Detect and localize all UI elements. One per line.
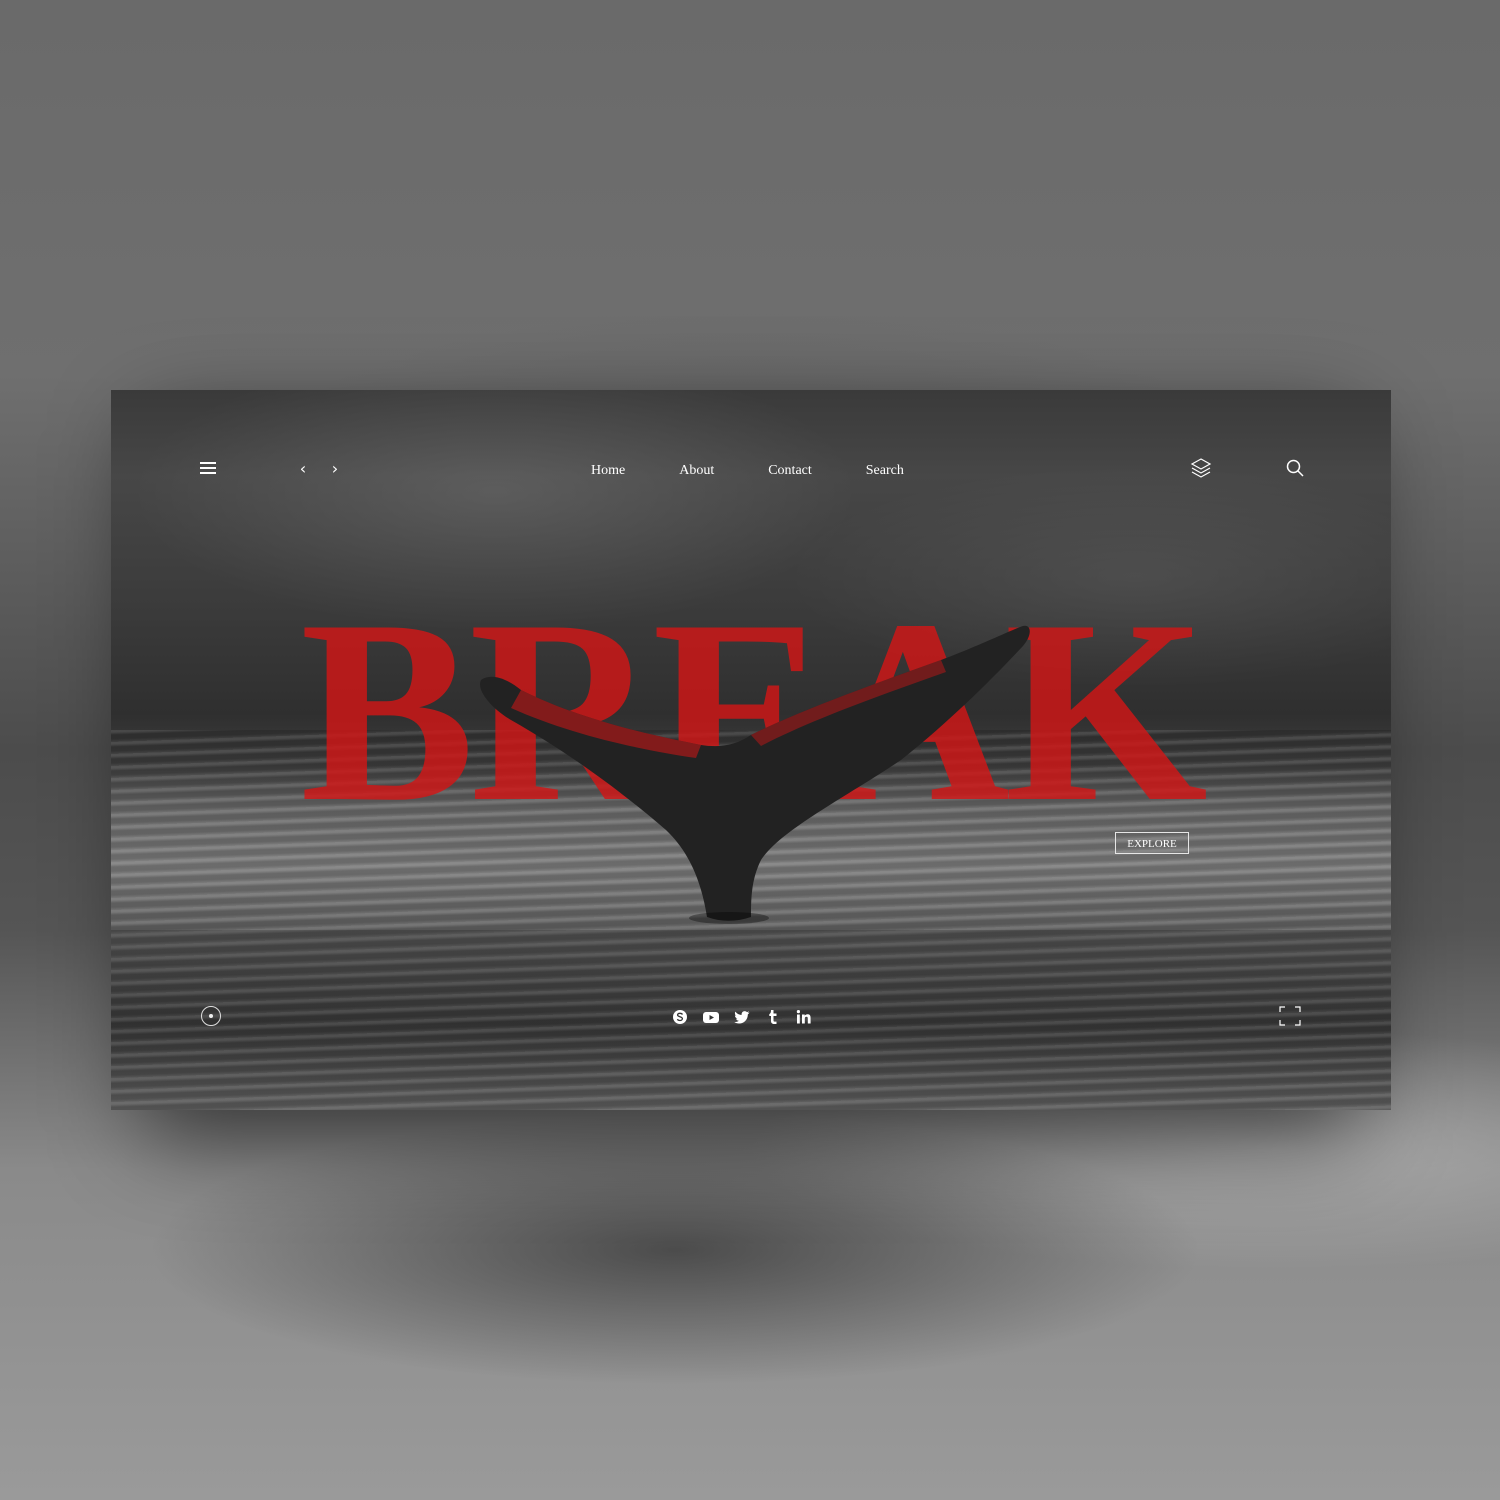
chevron-left-icon[interactable]: ‹ bbox=[293, 456, 313, 482]
explore-button[interactable]: EXPLORE bbox=[1115, 832, 1189, 854]
nav-link-home[interactable]: Home bbox=[591, 460, 625, 482]
scroll-dot-icon[interactable] bbox=[201, 1006, 221, 1026]
youtube-icon[interactable] bbox=[702, 1008, 720, 1026]
hamburger-menu-icon[interactable] bbox=[200, 462, 216, 476]
fullscreen-icon[interactable] bbox=[1279, 1006, 1301, 1026]
skype-icon[interactable] bbox=[671, 1008, 689, 1026]
nav-link-contact[interactable]: Contact bbox=[768, 460, 812, 482]
website-hero-mockup: BREAK ‹ › Home About Contact Search EXPL… bbox=[111, 390, 1391, 1110]
search-icon[interactable] bbox=[1285, 458, 1305, 478]
whale-tail-image bbox=[480, 625, 1030, 924]
linkedin-icon[interactable] bbox=[795, 1008, 813, 1026]
tumblr-icon[interactable] bbox=[764, 1008, 782, 1026]
top-navigation: ‹ › Home About Contact Search bbox=[111, 452, 1391, 488]
nav-link-about[interactable]: About bbox=[679, 460, 714, 482]
nav-links: Home About Contact Search bbox=[591, 460, 904, 482]
twitter-icon[interactable] bbox=[733, 1008, 751, 1026]
nav-link-search[interactable]: Search bbox=[866, 460, 904, 482]
chevron-right-icon[interactable]: › bbox=[325, 456, 345, 482]
layers-icon[interactable] bbox=[1189, 456, 1213, 480]
social-links bbox=[671, 1008, 821, 1026]
